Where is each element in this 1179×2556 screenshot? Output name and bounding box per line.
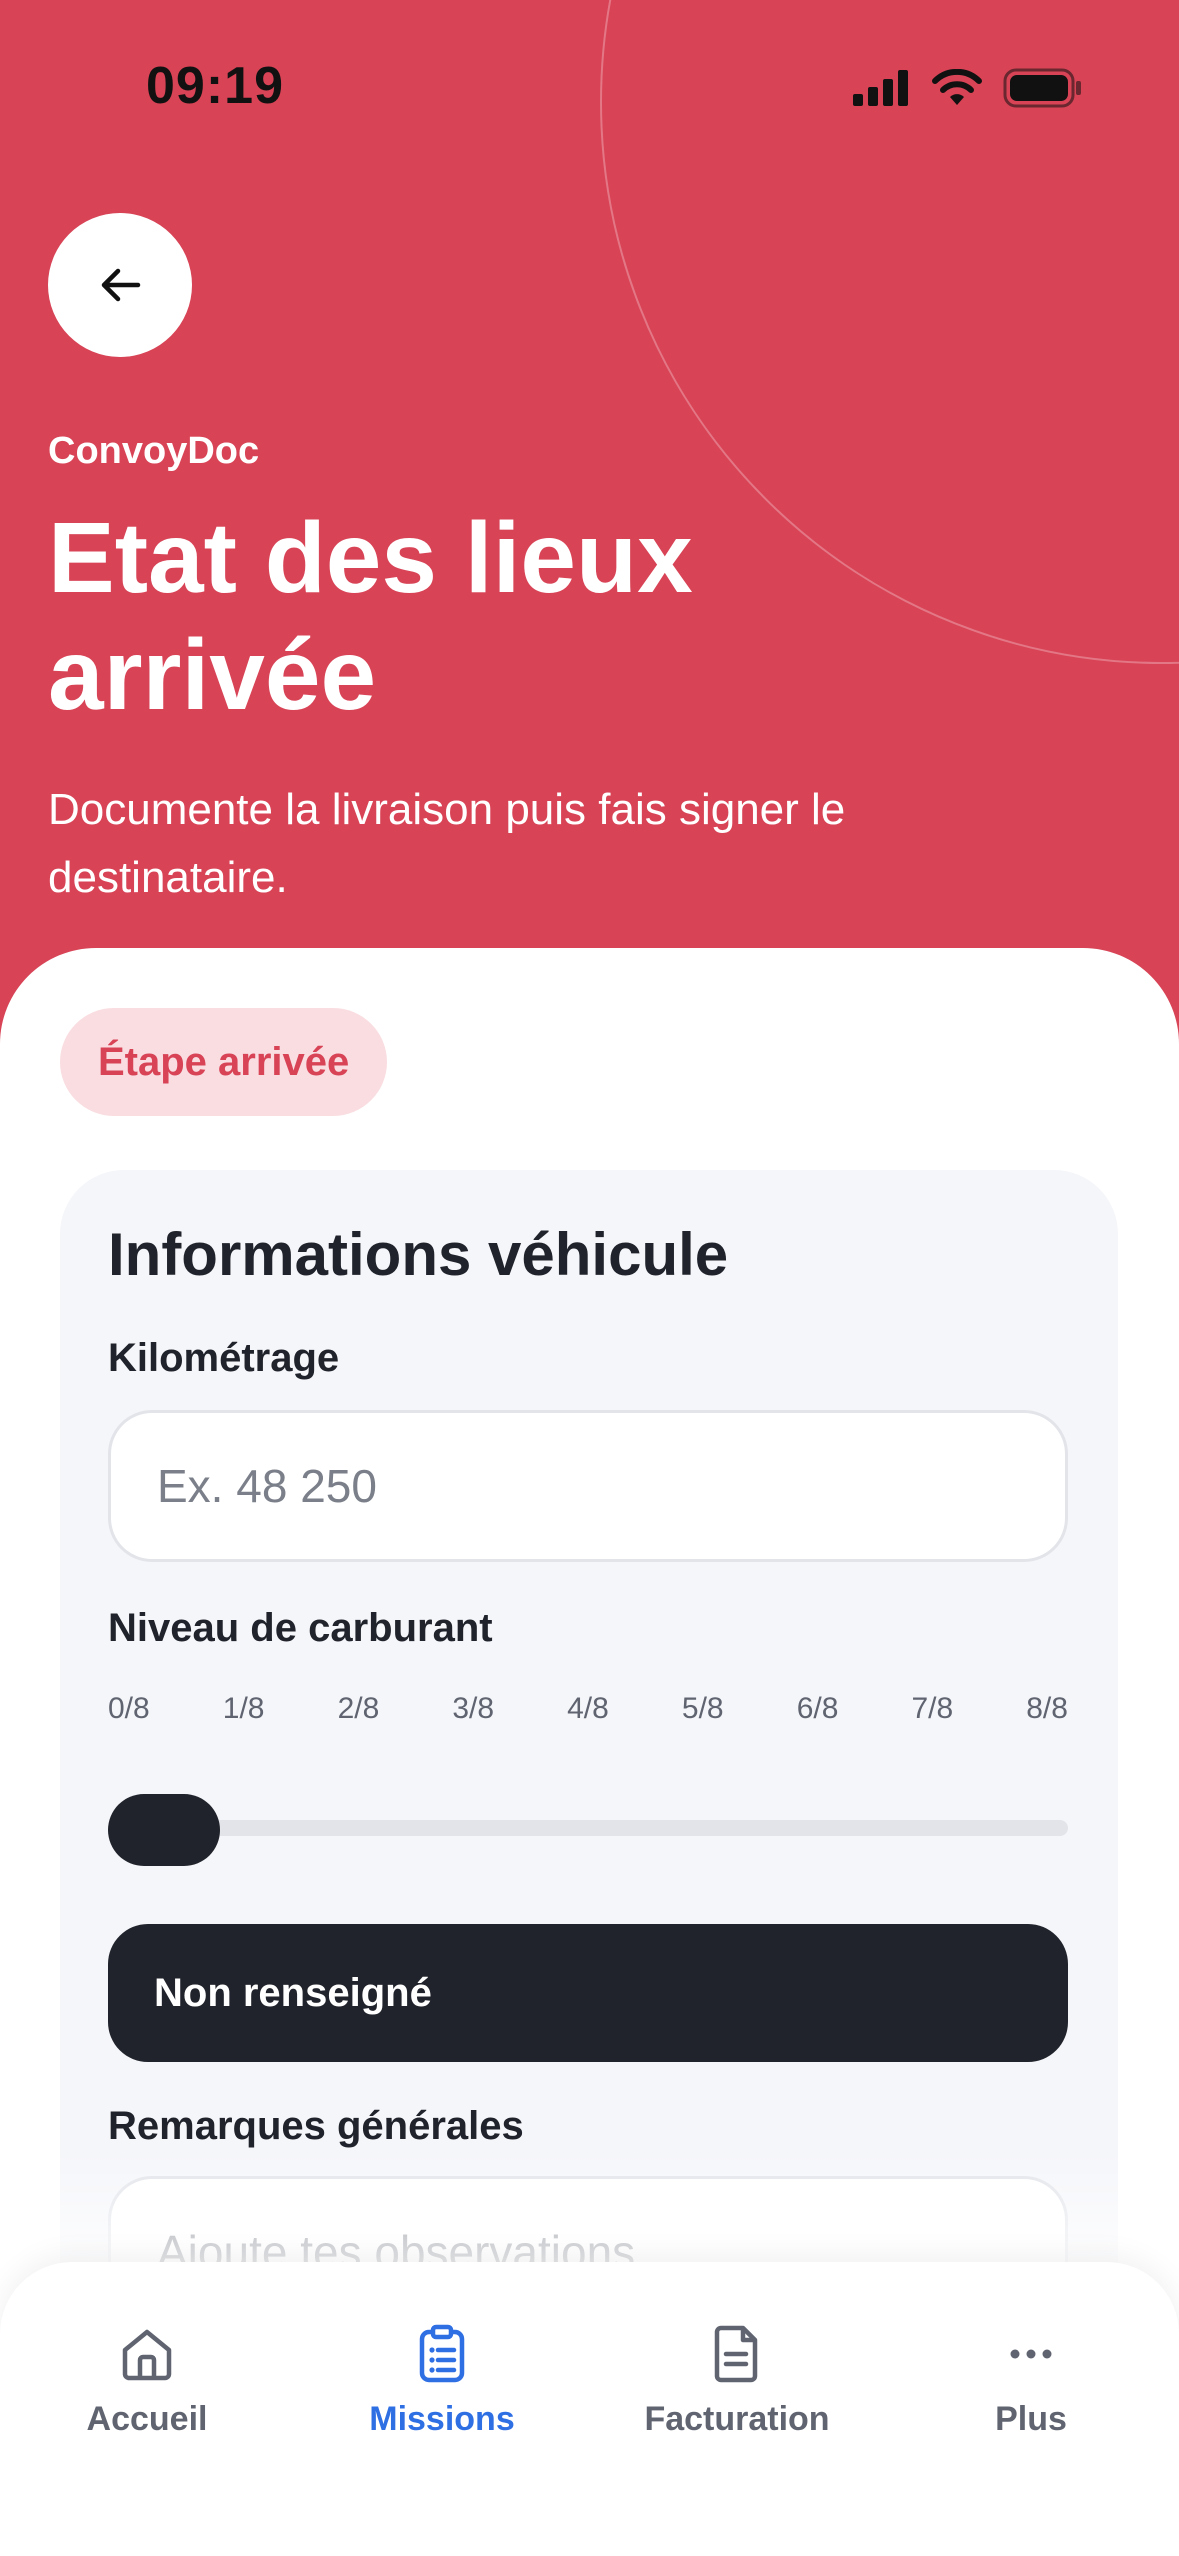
scroll-fade (0, 2150, 1179, 2270)
fuel-level-label: Niveau de carburant (108, 1606, 493, 1650)
battery-icon (1003, 68, 1081, 108)
tab-facturation[interactable]: Facturation (617, 2322, 857, 2439)
card-title: Informations véhicule (108, 1221, 729, 1288)
mileage-input[interactable] (108, 1410, 1068, 1562)
home-icon (122, 2329, 172, 2381)
fuel-tick: 7/8 (911, 1692, 954, 1725)
tab-accueil[interactable]: Accueil (27, 2322, 267, 2439)
tab-missions[interactable]: Missions (322, 2322, 562, 2439)
arrow-left-icon (101, 268, 141, 302)
fuel-slider-thumb[interactable] (108, 1794, 220, 1866)
fuel-scale: 0/8 1/8 2/8 3/8 4/8 5/8 6/8 7/8 8/8 (108, 1692, 1068, 1726)
fuel-tick: 3/8 (452, 1692, 495, 1725)
document-icon (714, 2325, 758, 2383)
fuel-tick: 0/8 (108, 1692, 150, 1725)
tab-label: Accueil (86, 2400, 208, 2438)
back-button[interactable] (48, 213, 192, 357)
status-icons (853, 66, 1083, 110)
fuel-tick: 6/8 (796, 1692, 839, 1725)
page-title: Etat des lieux arrivée (48, 502, 693, 731)
bottom-tab-bar: Accueil Missions Facturation Plus (0, 2262, 1179, 2556)
status-bar: 09:19 (0, 0, 1179, 170)
page-subtitle: Documente la livraison puis fais signer … (48, 785, 846, 902)
clipboard-list-icon (419, 2324, 465, 2383)
app-name: ConvoyDoc (48, 430, 260, 472)
fuel-tick: 5/8 (681, 1692, 724, 1725)
status-time: 09:19 (146, 57, 284, 115)
fuel-tick: 4/8 (567, 1692, 609, 1725)
fuel-tick: 1/8 (222, 1692, 265, 1725)
signal-icon (853, 70, 908, 106)
tab-plus[interactable]: Plus (911, 2322, 1151, 2439)
tab-label: Plus (995, 2400, 1067, 2438)
remarks-label: Remarques générales (108, 2104, 524, 2148)
fuel-slider-track[interactable] (108, 1820, 1068, 1836)
step-badge: Étape arrivée (60, 1008, 388, 1116)
tab-label: Facturation (644, 2400, 830, 2438)
fuel-value-display: Non renseigné (108, 1924, 1068, 2062)
fuel-tick: 2/8 (337, 1692, 380, 1725)
mileage-label: Kilométrage (108, 1336, 340, 1380)
tab-label: Missions (369, 2400, 515, 2438)
wifi-icon (932, 69, 982, 105)
more-icon (1010, 2349, 1052, 2359)
fuel-tick: 8/8 (1026, 1692, 1068, 1725)
